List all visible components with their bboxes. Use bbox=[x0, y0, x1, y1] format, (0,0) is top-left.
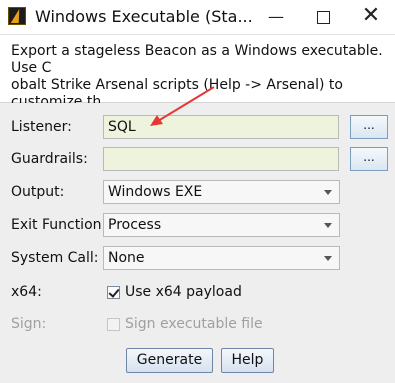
sign-label: Sign: bbox=[11, 316, 47, 332]
close-icon: ✕ bbox=[361, 3, 381, 28]
listener-browse-button[interactable]: ... bbox=[350, 115, 388, 139]
system-call-value: None bbox=[108, 250, 145, 266]
minimize-button[interactable]: — bbox=[253, 0, 299, 34]
close-button[interactable]: ✕ bbox=[348, 0, 394, 34]
help-button[interactable]: Help bbox=[221, 348, 274, 373]
sign-checkbox[interactable] bbox=[107, 318, 120, 331]
window-title: Windows Executable (Sta... bbox=[35, 7, 253, 26]
checkmark-icon bbox=[108, 286, 120, 298]
cobalt-strike-icon bbox=[8, 7, 26, 25]
listener-label: Listener: bbox=[11, 119, 72, 135]
sign-checkbox-label[interactable]: Sign executable file bbox=[125, 316, 263, 332]
description-panel: Export a stageless Beacon as a Windows e… bbox=[0, 35, 395, 127]
x64-checkbox-label[interactable]: Use x64 payload bbox=[125, 284, 242, 300]
system-call-label: System Call: bbox=[11, 250, 99, 266]
maximize-icon bbox=[317, 11, 330, 24]
x64-label: x64: bbox=[11, 284, 42, 300]
exit-function-label: Exit Function: bbox=[11, 217, 107, 233]
guardrails-field[interactable] bbox=[103, 147, 339, 171]
listener-field[interactable]: SQL bbox=[103, 115, 339, 139]
chevron-down-icon bbox=[317, 247, 339, 269]
exit-function-value: Process bbox=[108, 217, 162, 233]
guardrails-label: Guardrails: bbox=[11, 151, 88, 167]
minimize-icon: — bbox=[268, 7, 284, 26]
generate-button[interactable]: Generate bbox=[126, 348, 213, 373]
output-value: Windows EXE bbox=[108, 184, 203, 200]
chevron-down-icon bbox=[317, 214, 339, 236]
x64-checkbox[interactable] bbox=[107, 286, 120, 299]
exit-function-select[interactable]: Process bbox=[103, 213, 340, 237]
output-select[interactable]: Windows EXE bbox=[103, 180, 340, 204]
options-panel bbox=[0, 103, 395, 383]
maximize-button[interactable] bbox=[300, 0, 346, 34]
system-call-select[interactable]: None bbox=[103, 246, 340, 270]
output-label: Output: bbox=[11, 184, 65, 200]
guardrails-browse-button[interactable]: ... bbox=[350, 147, 388, 171]
chevron-down-icon bbox=[317, 181, 339, 203]
title-bar: Windows Executable (Sta... — ✕ bbox=[0, 0, 395, 35]
